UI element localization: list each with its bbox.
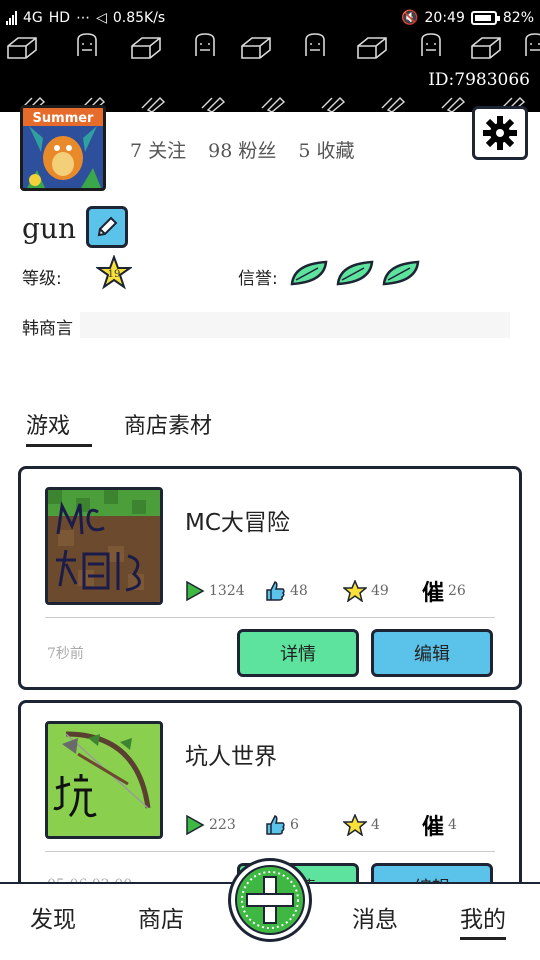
- battery-level: 82%: [502, 10, 534, 26]
- avatar-text: Summer: [33, 111, 95, 126]
- play-icon: [186, 580, 205, 602]
- plays-metric: 223: [185, 814, 264, 836]
- mute-icon: 🔇: [401, 10, 419, 26]
- create-button[interactable]: [228, 858, 312, 942]
- play-icon: [186, 814, 205, 836]
- avatar-image: Summer: [23, 108, 103, 188]
- thumbs-up-icon: [266, 815, 285, 835]
- cui-icon: 催: [422, 814, 445, 840]
- leaf-icon: [382, 260, 420, 286]
- clock: 20:49: [424, 10, 465, 26]
- game-thumbnail[interactable]: [45, 721, 163, 839]
- content-tabs: 游戏 商店素材: [0, 408, 540, 452]
- settings-button[interactable]: [472, 106, 528, 160]
- favorites-count[interactable]: 5 收藏: [298, 136, 354, 163]
- battery-icon: [470, 11, 500, 25]
- pencil-icon: [97, 216, 118, 237]
- tab-store-assets[interactable]: 商店素材: [124, 408, 212, 440]
- card-divider: [45, 851, 495, 852]
- plays-count: 223: [209, 817, 236, 833]
- signal-icon: [6, 11, 17, 25]
- credit-leaves: [288, 258, 422, 288]
- bow-thumbnail-art: [48, 724, 160, 836]
- edit-profile-button[interactable]: [86, 206, 128, 248]
- star-icon: [343, 814, 367, 836]
- network-type: 4G: [23, 10, 43, 26]
- profile-header: 4G HD ⋯ ◁ 0.85K/s 🔇 20:49 82% ID:7983066: [0, 0, 540, 112]
- stars-metric: 49: [343, 580, 422, 602]
- nav-store[interactable]: 商店: [138, 900, 184, 934]
- leaf-icon: [336, 260, 374, 286]
- cui-metric: 催 26: [422, 575, 501, 607]
- hd-indicator: HD: [48, 10, 71, 26]
- fans-count[interactable]: 98 粉丝: [208, 136, 276, 163]
- nav-messages[interactable]: 消息: [352, 900, 398, 934]
- mc-thumbnail-art: [48, 490, 160, 602]
- game-thumbnail[interactable]: [45, 487, 163, 605]
- status-right: 🔇 20:49 82%: [401, 10, 534, 26]
- status-bar: 4G HD ⋯ ◁ 0.85K/s 🔇 20:49 82%: [0, 0, 540, 36]
- level-star-icon: 19: [96, 255, 132, 290]
- plays-metric: 1324: [185, 580, 264, 602]
- speed-icon: ◁: [96, 10, 107, 26]
- plays-count: 1324: [209, 583, 245, 599]
- stars-count: 4: [371, 817, 380, 833]
- bio-background: [80, 312, 510, 338]
- follow-count[interactable]: 7 关注: [130, 136, 186, 163]
- likes-count: 48: [290, 583, 308, 599]
- cui-metric: 催 4: [422, 809, 501, 841]
- game-metrics: 223 6 4 催 4: [185, 809, 501, 841]
- cui-count: 26: [448, 583, 466, 599]
- game-title[interactable]: 坑人世界: [185, 737, 277, 771]
- network-speed: 0.85K/s: [112, 10, 166, 26]
- more-icon: ⋯: [76, 10, 91, 26]
- status-left: 4G HD ⋯ ◁ 0.85K/s: [6, 10, 165, 26]
- avatar[interactable]: Summer: [20, 105, 106, 191]
- level-label: 等级:: [22, 269, 62, 289]
- details-button[interactable]: 详情: [237, 629, 359, 677]
- settings-gear-icon: [483, 116, 517, 150]
- game-time: 7秒前: [47, 646, 84, 662]
- plus-icon: [235, 865, 305, 935]
- thumbs-up-icon: [266, 581, 285, 601]
- tab-games[interactable]: 游戏: [26, 408, 92, 447]
- game-title[interactable]: MC大冒险: [185, 503, 290, 537]
- star-icon: [343, 580, 367, 602]
- card-divider: [45, 617, 495, 618]
- bio-text: 韩商言: [22, 319, 73, 339]
- profile-stats: 7 关注 98 粉丝 5 收藏: [130, 136, 355, 163]
- likes-metric: 48: [264, 580, 343, 602]
- game-metrics: 1324 48 49 催 26: [185, 575, 501, 607]
- level-value: 19: [108, 269, 121, 280]
- stars-count: 49: [371, 583, 389, 599]
- nav-mine[interactable]: 我的: [460, 900, 506, 940]
- likes-metric: 6: [264, 814, 343, 836]
- cui-count: 4: [448, 817, 457, 833]
- likes-count: 6: [290, 817, 299, 833]
- leaf-icon: [290, 260, 328, 286]
- game-card[interactable]: MC大冒险 1324 48 49 催 26 7秒前 详情 编辑: [18, 466, 522, 690]
- stars-metric: 4: [343, 814, 422, 836]
- nav-discover[interactable]: 发现: [30, 900, 76, 934]
- edit-button[interactable]: 编辑: [371, 629, 493, 677]
- credit-label: 信誉:: [238, 269, 278, 289]
- username: gun: [22, 212, 76, 245]
- cui-icon: 催: [422, 580, 445, 606]
- user-id: ID:7983066: [428, 70, 530, 90]
